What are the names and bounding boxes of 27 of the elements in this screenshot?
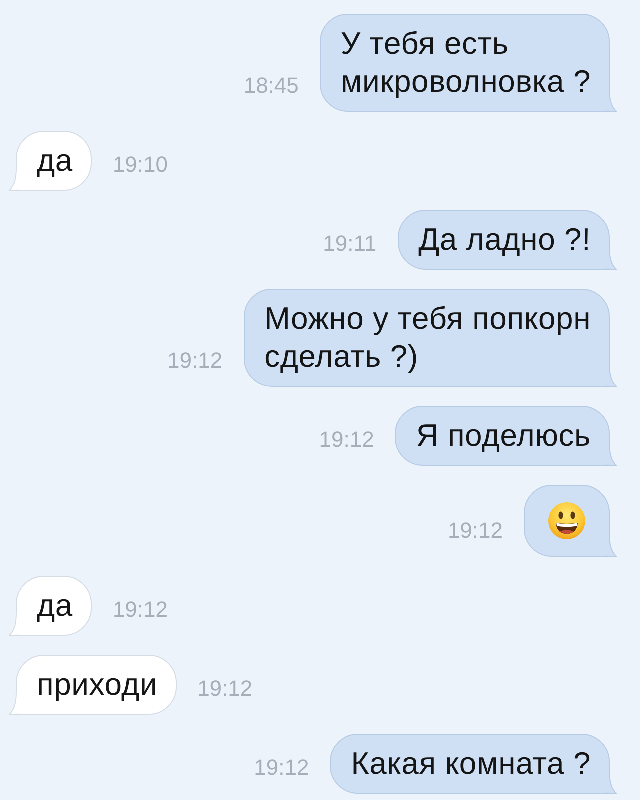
- message-bubble: Можно у тебя попкорн сделать ?): [244, 289, 617, 387]
- message-time: 19:12: [319, 427, 374, 453]
- message-bubble: У тебя есть микроволновка ?: [320, 14, 617, 112]
- message-bubble: Да ладно ?!: [398, 210, 617, 270]
- message-bubble: Какая комната ?: [330, 734, 617, 794]
- message-time: 19:12: [168, 348, 223, 374]
- message-time: 19:12: [448, 518, 503, 544]
- message-bubble: да: [9, 576, 92, 636]
- message-bubble: приходи: [9, 655, 177, 715]
- message-time: 19:11: [323, 231, 377, 257]
- bubble-tail-icon: [604, 88, 617, 112]
- bubble-tail-icon: [604, 442, 617, 466]
- message-bubble: Я поделюсь: [395, 406, 617, 466]
- smiley-icon: [548, 502, 586, 540]
- bubble-tail-icon: [9, 612, 22, 636]
- bubble-tail-icon: [9, 167, 22, 191]
- message-time: 19:10: [112, 152, 168, 178]
- message-time: 18:45: [244, 73, 299, 99]
- bubble-tail-icon: [604, 770, 617, 794]
- message-time: 19:12: [254, 755, 310, 781]
- bubble-tail-icon: [604, 533, 617, 557]
- message-time: 19:12: [112, 597, 168, 623]
- bubble-tail-icon: [604, 246, 617, 270]
- bubble-tail-icon: [9, 691, 22, 715]
- bubble-tail-icon: [604, 363, 617, 387]
- message-bubble: да: [9, 131, 92, 191]
- message-time: 19:12: [198, 676, 253, 702]
